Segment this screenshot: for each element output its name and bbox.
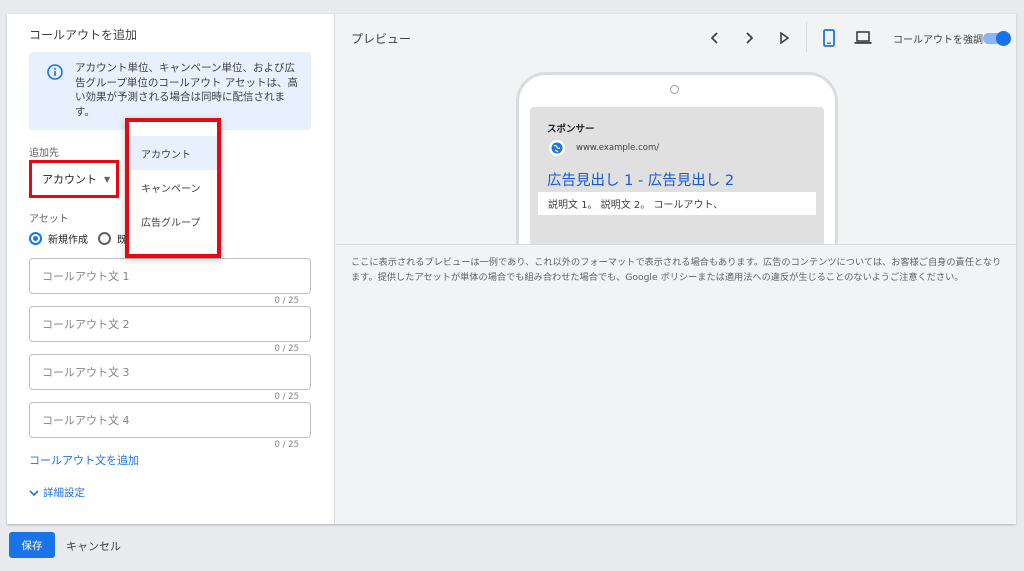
ad-headline: 広告見出し 1 - 広告見出し 2 <box>547 173 735 189</box>
preview-disclaimer: ここに表示されるプレビューは一例であり、これ以外のフォーマットで表示される場合も… <box>336 244 1016 285</box>
callout-placeholder-1: コールアウト文 1 <box>42 270 130 283</box>
save-button[interactable]: 保存 <box>9 532 55 558</box>
phone-preview-area: スポンサー www.example.com/ 広告見出し 1 - 広告見出し 2… <box>336 64 1016 244</box>
add-to-label: 追加先 <box>29 148 59 159</box>
callout-counter-3: 0 / 25 <box>274 392 300 402</box>
asset-radio-group: 新規作成 既 <box>29 231 127 246</box>
menu-item-campaign[interactable]: キャンペーン <box>129 170 217 204</box>
preview-panel: プレビュー コールアウトを強調 スポンサー www.example.com/ 広… <box>334 14 1016 524</box>
info-icon <box>47 64 63 80</box>
ad-preview-card: スポンサー www.example.com/ 広告見出し 1 - 広告見出し 2… <box>530 107 824 244</box>
phone-frame: スポンサー www.example.com/ 広告見出し 1 - 広告見出し 2… <box>516 72 838 244</box>
chevron-right-icon[interactable] <box>739 28 759 48</box>
laptop-icon[interactable] <box>853 28 873 48</box>
emphasize-callout-label: コールアウトを強調 <box>893 35 983 46</box>
chevron-down-icon <box>29 489 39 496</box>
section-title: コールアウトを追加 <box>29 28 138 42</box>
phone-camera-icon <box>670 85 679 94</box>
mobile-device-icon[interactable] <box>819 28 839 48</box>
callout-field-3[interactable]: コールアウト文 3 <box>29 354 311 390</box>
form-panel: コールアウトを追加 アカウント単位、キャンペーン単位、および広告グループ単位のコ… <box>7 14 334 524</box>
callout-placeholder-3: コールアウト文 3 <box>42 366 130 379</box>
emphasize-callout-toggle[interactable] <box>983 31 1011 46</box>
ad-url: www.example.com/ <box>576 143 660 153</box>
add-to-value: アカウント <box>42 173 97 186</box>
callout-field-2[interactable]: コールアウト文 2 <box>29 306 311 342</box>
caret-down-icon: ▼ <box>104 174 111 184</box>
callout-counter-2: 0 / 25 <box>274 344 300 354</box>
play-icon[interactable] <box>774 28 794 48</box>
menu-item-ad-group[interactable]: 広告グループ <box>129 204 217 238</box>
add-to-dropdown-menu: アカウント キャンペーン 広告グループ <box>125 118 221 258</box>
advanced-settings-toggle[interactable]: 詳細設定 <box>29 485 85 500</box>
callout-field-1[interactable]: コールアウト文 1 <box>29 258 311 294</box>
callout-placeholder-2: コールアウト文 2 <box>42 318 130 331</box>
cancel-button[interactable]: キャンセル <box>66 538 121 554</box>
callout-field-4[interactable]: コールアウト文 4 <box>29 402 311 438</box>
radio-existing[interactable] <box>98 232 111 245</box>
add-callout-link[interactable]: コールアウト文を追加 <box>29 452 139 468</box>
ad-description: 説明文 1。 説明文 2。 コールアウト、 <box>538 192 816 215</box>
menu-item-account[interactable]: アカウント <box>129 136 217 170</box>
toolbar-divider <box>806 22 807 52</box>
preview-title: プレビュー <box>351 32 412 46</box>
callout-editor-card: コールアウトを追加 アカウント単位、キャンペーン単位、および広告グループ単位のコ… <box>7 14 1016 524</box>
chevron-left-icon[interactable] <box>705 28 725 48</box>
callout-counter-1: 0 / 25 <box>274 296 300 306</box>
radio-new[interactable] <box>29 232 42 245</box>
add-to-dropdown[interactable]: アカウント ▼ <box>29 160 119 198</box>
callout-placeholder-4: コールアウト文 4 <box>42 414 130 427</box>
callout-counter-4: 0 / 25 <box>274 440 300 450</box>
info-text: アカウント単位、キャンペーン単位、および広告グループ単位のコールアウト アセット… <box>75 62 298 118</box>
asset-label: アセット <box>29 214 69 225</box>
globe-icon <box>549 140 565 156</box>
sponsor-label: スポンサー <box>547 124 595 135</box>
radio-new-label: 新規作成 <box>48 235 88 246</box>
advanced-settings-label: 詳細設定 <box>43 487 85 499</box>
